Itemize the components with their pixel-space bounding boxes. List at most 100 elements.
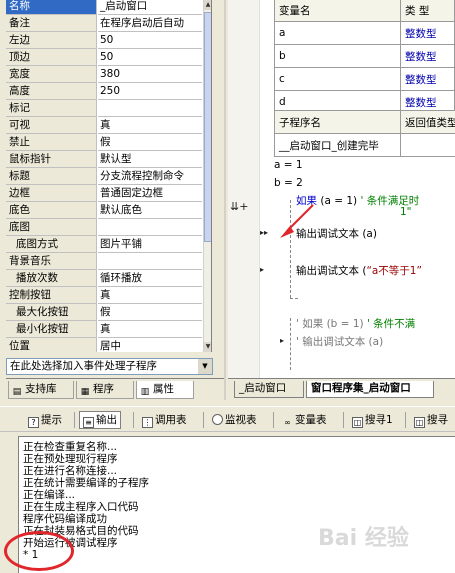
tab-label: _启动窗口 [239,382,287,394]
property-row[interactable]: 控制按钮真 [6,287,202,304]
property-scrollbar[interactable]: ▲ ▼ [203,0,211,352]
property-value[interactable]: 图片平铺 [98,236,202,253]
property-value[interactable]: 假 [98,134,202,151]
scroll-up-icon[interactable]: ▲ [204,0,211,10]
separator [405,412,406,428]
tab-search2[interactable]: ◫ 搜寻 [410,411,452,429]
property-name: 底色 [6,202,97,219]
property-row[interactable]: 标题 分支流程控制命令 [6,168,202,185]
property-value[interactable]: 普通固定边框 [98,185,202,202]
property-row[interactable]: 标记 [6,100,202,117]
tab-window-assembly[interactable]: 窗口程序集_启动窗口 [306,381,434,398]
property-value[interactable]: 循环播放 [98,270,202,287]
property-value[interactable]: 默认底色 [98,202,202,219]
property-row[interactable]: 背景音乐 [6,253,202,270]
scroll-down-icon[interactable]: ▼ [204,342,211,352]
scroll-thumb[interactable] [204,12,211,242]
watch-icon [212,414,223,425]
property-value[interactable]: 真 [98,117,202,134]
property-name: 播放次数 [6,270,97,287]
tab-search1[interactable]: ◫ 搜寻1 [348,411,397,429]
property-name: 左边 [6,32,97,49]
property-row[interactable]: 左边 50 [6,32,202,49]
property-value[interactable]: 380 [98,66,202,83]
code-line-if2[interactable]: ' 如果 (b = 1) ' 条件不满 [296,316,415,331]
output-line: 正在检查重复名称... [23,441,118,453]
property-row[interactable]: 名称 _启动窗口 [6,0,202,15]
property-name: 名称 [6,0,97,15]
property-value[interactable]: 默认型 [98,151,202,168]
output-line: 正在生成主程序入口代码 [23,501,139,513]
property-value[interactable]: 50 [98,49,202,66]
tab-call-table[interactable]: ⋮ 调用表 [138,411,191,429]
property-row[interactable]: 播放次数 循环播放 [6,270,202,287]
property-name: 禁止 [6,134,97,151]
property-value[interactable]: 在程序启动后自动 [98,15,202,32]
property-row[interactable]: 底色 默认底色 [6,202,202,219]
keyword: ' 如果 [296,318,324,330]
tab-program[interactable]: ▦ 程序 [76,381,134,399]
output-text[interactable]: 正在检查重复名称... 正在预处理现行程序 正在进行名称连接... 正在统计需要… [18,436,455,573]
property-value[interactable] [98,219,202,236]
property-row[interactable]: 顶边 50 [6,49,202,66]
hint-icon: ? [28,417,39,428]
property-row[interactable]: 宽度 380 [6,66,202,83]
property-value[interactable]: 居中 [98,338,202,352]
flow-arrow-icon: ▸ [280,336,285,345]
property-name: 鼠标指针 [6,151,97,168]
output-line: 正在进行名称连接... [23,465,118,477]
property-row[interactable]: 可视真 [6,117,202,134]
tab-variables[interactable]: ∞ 变量表 [278,411,331,429]
property-value[interactable]: 真 [98,287,202,304]
tab-label: 输出 [96,414,117,426]
splitter[interactable] [224,0,226,400]
library-icon: ▤ [12,387,22,397]
property-row[interactable]: 备注 在程序启动后自动 [6,15,202,32]
tab-startup-window[interactable]: _启动窗口 [234,381,304,398]
property-value[interactable]: _启动窗口 [98,0,202,15]
property-icon: ▥ [140,387,150,397]
code-editor[interactable]: 变量名类 型 a 整数型 b 整数型 c 整数型 d 整数型 子程序名 返回值类型 __启… [228,0,455,378]
tab-properties[interactable]: ▥ 属性 [136,381,194,399]
separator [343,412,344,428]
property-grid[interactable]: 名称 _启动窗口 备注 在程序启动后自动 左边 50 顶边 50 宽度 380 高度 250 标记 可视真… [6,0,212,352]
property-row[interactable]: 最小化按钮真 [6,321,202,338]
output-line: 正在编译... [23,489,76,501]
event-handler-select[interactable]: 在此处选择加入事件处理子程序 ▼ [6,358,213,375]
property-value[interactable]: 真 [98,321,202,338]
property-row[interactable]: 禁止假 [6,134,202,151]
property-value[interactable]: 250 [98,83,202,100]
property-name: 最小化按钮 [6,321,97,338]
tab-hint[interactable]: ? 提示 [24,411,66,429]
property-value[interactable]: 假 [98,304,202,321]
search-icon: ◫ [414,417,425,428]
tab-label: 搜寻1 [365,414,393,426]
property-name: 最大化按钮 [6,304,97,321]
tab-watch[interactable]: 监视表 [208,411,261,429]
tab-label: 提示 [41,414,62,426]
search-icon: ◫ [352,417,363,428]
property-row[interactable]: 高度 250 [6,83,202,100]
property-value[interactable] [98,253,202,270]
property-row[interactable]: 底图 [6,219,202,236]
property-row[interactable]: 位置 居中 [6,338,202,352]
tab-label: 支持库 [25,383,57,395]
property-name: 备注 [6,15,97,32]
tab-support-library[interactable]: ▤ 支持库 [8,381,74,399]
chevron-down-icon[interactable]: ▼ [198,359,212,374]
separator [74,412,75,428]
variables-icon: ∞ [284,418,291,427]
property-name: 标题 [6,168,97,185]
code-line[interactable]: ' 输出调试文本 (a) [296,334,383,349]
tab-output[interactable]: ≡ 输出 [79,411,121,429]
property-row[interactable]: 边框 普通固定边框 [6,185,202,202]
property-row[interactable]: 最大化按钮假 [6,304,202,321]
property-row[interactable]: 底图方式 图片平铺 [6,236,202,253]
tab-label: 搜寻 [427,414,448,426]
program-icon: ▦ [80,387,90,397]
property-value[interactable]: 分支流程控制命令 [98,168,202,185]
property-value[interactable] [98,100,202,117]
output-toolbar: ? 提示 ≡ 输出 ⋮ 调用表 监视表 ∞ 变量表 ◫ 搜寻1 ◫ 搜寻 [0,406,455,432]
property-row[interactable]: 鼠标指针 默认型 [6,151,202,168]
property-value[interactable]: 50 [98,32,202,49]
